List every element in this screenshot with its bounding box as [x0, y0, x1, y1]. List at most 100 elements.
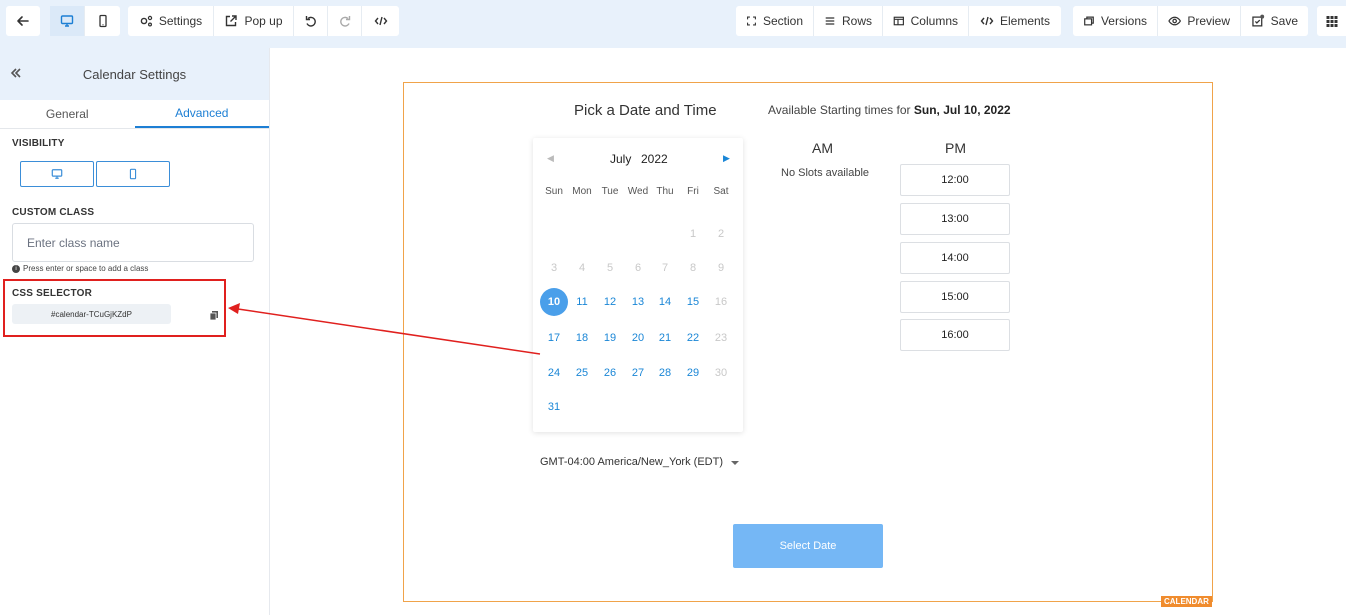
- css-selector-value[interactable]: #calendar-TCuGjKZdP: [12, 304, 171, 324]
- calendar-day: 5: [606, 262, 614, 274]
- preview-label: Preview: [1187, 14, 1230, 28]
- custom-class-input[interactable]: [12, 223, 254, 262]
- calendar-day[interactable]: 20: [624, 324, 652, 352]
- custom-class-hint: i Press enter or space to add a class: [12, 264, 148, 273]
- external-edit-icon: [226, 15, 238, 27]
- calendar-day[interactable]: 29: [679, 359, 707, 387]
- popup-button[interactable]: Pop up: [214, 6, 294, 36]
- calendar-day[interactable]: 21: [651, 324, 679, 352]
- calendar-day[interactable]: 18: [568, 324, 596, 352]
- available-heading: Available Starting times for Sun, Jul 10…: [768, 103, 1011, 117]
- weekday-header: Sun: [545, 186, 563, 197]
- custom-class-label: CUSTOM CLASS: [12, 207, 95, 218]
- calendar-day[interactable]: 17: [540, 324, 568, 352]
- timezone-select[interactable]: GMT-04:00 America/New_York (EDT): [540, 456, 739, 468]
- code-icon: [980, 16, 994, 26]
- calendar-day-selected[interactable]: 10: [540, 288, 568, 316]
- sidebar-tabs: General Advanced: [0, 100, 269, 129]
- redo-button[interactable]: [328, 6, 362, 36]
- css-selector-label: CSS SELECTOR: [12, 288, 93, 299]
- time-slot-button[interactable]: 13:00: [900, 203, 1010, 235]
- weekday-header: Tue: [601, 186, 619, 197]
- time-slot-button[interactable]: 14:00: [900, 242, 1010, 274]
- calendar-month[interactable]: July: [610, 152, 631, 166]
- calendar-title: Pick a Date and Time: [574, 102, 717, 119]
- back-button[interactable]: [6, 6, 40, 36]
- calendar-day: 4: [578, 262, 586, 274]
- grid-icon: [1326, 16, 1337, 27]
- tab-advanced[interactable]: Advanced: [134, 100, 269, 128]
- calendar-day[interactable]: 28: [651, 359, 679, 387]
- code-button[interactable]: [362, 6, 399, 36]
- edit-toolbar-group: Settings Pop up: [128, 6, 399, 36]
- calendar-day[interactable]: 27: [624, 359, 652, 387]
- calendar-day[interactable]: 14: [651, 288, 679, 316]
- calendar-day[interactable]: 12: [596, 288, 624, 316]
- time-slot-button[interactable]: 15:00: [900, 281, 1010, 313]
- settings-sidebar: Calendar Settings General Advanced VISIB…: [0, 48, 270, 615]
- save-button[interactable]: Save: [1241, 6, 1308, 36]
- weekday-header: Wed: [627, 186, 649, 197]
- calendar-day[interactable]: 11: [568, 288, 596, 316]
- section-button[interactable]: Section: [736, 6, 814, 36]
- preview-button[interactable]: Preview: [1158, 6, 1241, 36]
- visibility-label: VISIBILITY: [12, 138, 65, 149]
- elements-button[interactable]: Elements: [969, 6, 1061, 36]
- hint-text: Press enter or space to add a class: [23, 264, 149, 273]
- select-date-button[interactable]: Select Date: [733, 524, 883, 568]
- undo-icon: [305, 16, 316, 27]
- calendar-day[interactable]: 25: [568, 359, 596, 387]
- expand-icon: [747, 16, 756, 26]
- weekday-header: Fri: [687, 186, 699, 197]
- redo-icon: [339, 16, 350, 27]
- undo-button[interactable]: [294, 6, 328, 36]
- timezone-value: GMT-04:00 America/New_York (EDT): [540, 456, 723, 468]
- desktop-view-button[interactable]: [50, 6, 85, 36]
- arrow-left-icon: [17, 16, 29, 26]
- tab-general[interactable]: General: [0, 100, 135, 128]
- weekday-header: Sat: [713, 186, 729, 197]
- columns-button[interactable]: Columns: [883, 6, 969, 36]
- versions-label: Versions: [1100, 14, 1147, 28]
- apps-button[interactable]: [1317, 6, 1346, 36]
- prev-month-button[interactable]: ◀: [547, 153, 554, 164]
- calendar-day: 23: [714, 332, 728, 344]
- structure-toolbar-group: Section Rows Columns Elements: [736, 6, 1061, 36]
- time-slot-button[interactable]: 12:00: [900, 164, 1010, 196]
- copy-icon[interactable]: [209, 310, 219, 320]
- visibility-desktop-button[interactable]: [20, 161, 94, 187]
- calendar-day[interactable]: 22: [679, 324, 707, 352]
- calendar-day[interactable]: 19: [596, 324, 624, 352]
- chevron-down-icon: [730, 461, 739, 465]
- mobile-icon: [129, 168, 137, 180]
- calendar-day: 1: [689, 228, 697, 240]
- date-picker: ◀ July 2022 ▶ Sun Mon Tue Wed Thu Fri Sat 1 2 3 4 5…: [533, 138, 743, 432]
- desktop-icon: [51, 169, 63, 179]
- settings-button[interactable]: Settings: [128, 6, 214, 36]
- calendar-day[interactable]: 24: [540, 359, 568, 387]
- calendar-day: 16: [714, 296, 728, 308]
- back-group: [6, 6, 40, 36]
- gears-icon: [140, 15, 153, 27]
- available-prefix: Available Starting times for: [768, 103, 911, 117]
- sidebar-title: Calendar Settings: [82, 66, 187, 82]
- info-icon: i: [12, 264, 20, 273]
- calendar-day: 30: [714, 367, 728, 379]
- columns-icon: [893, 16, 904, 26]
- next-month-button[interactable]: ▶: [723, 153, 730, 164]
- calendar-year[interactable]: 2022: [641, 152, 668, 166]
- mobile-view-button[interactable]: [85, 6, 120, 36]
- versions-button[interactable]: Versions: [1073, 6, 1158, 36]
- visibility-mobile-button[interactable]: [96, 161, 170, 187]
- rows-button[interactable]: Rows: [814, 6, 883, 36]
- calendar-day: 8: [689, 262, 697, 274]
- double-chevron-left-icon[interactable]: [9, 66, 23, 80]
- calendar-day[interactable]: 13: [624, 288, 652, 316]
- save-icon: [1252, 14, 1265, 27]
- rows-label: Rows: [841, 14, 872, 28]
- calendar-day[interactable]: 26: [596, 359, 624, 387]
- eye-icon: [1168, 16, 1182, 26]
- calendar-day[interactable]: 31: [540, 393, 568, 421]
- calendar-day[interactable]: 15: [679, 288, 707, 316]
- time-slot-button[interactable]: 16:00: [900, 319, 1010, 351]
